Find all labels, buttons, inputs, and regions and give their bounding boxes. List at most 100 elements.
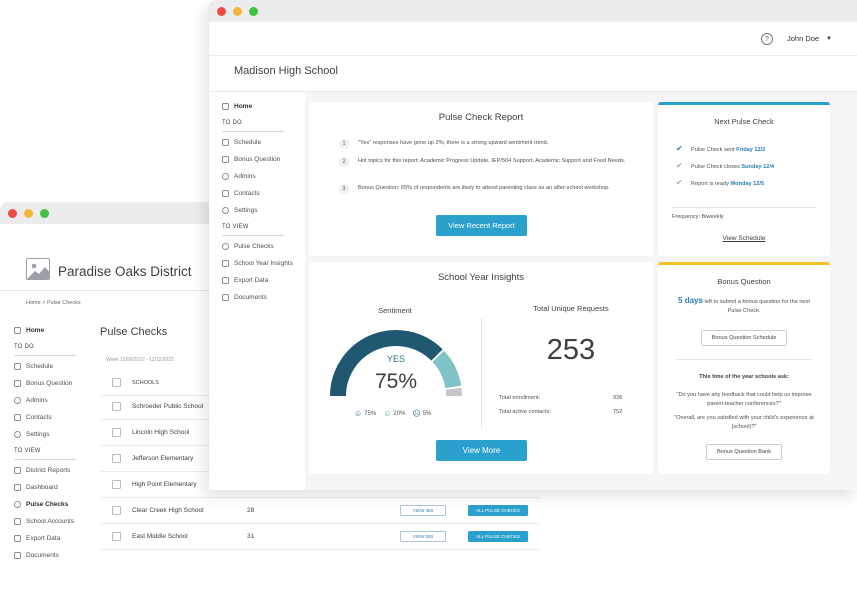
- sentiment-label: Sentiment: [378, 306, 412, 315]
- sidebar-item-dashboard[interactable]: Dashboard: [14, 479, 76, 496]
- view-360-button[interactable]: VIEW 360: [400, 505, 446, 516]
- school-sidebar: Home TO DO Schedule Bonus Question Admin…: [222, 98, 293, 306]
- sidebar-item-bonus-question[interactable]: Bonus Question: [14, 375, 76, 392]
- next-item: Pulse Check sent Friday 12/2: [691, 147, 766, 153]
- contacts-icon: [222, 190, 229, 197]
- calendar-icon: [222, 139, 229, 146]
- close-window-button[interactable]: [8, 209, 17, 218]
- school-window: ? John Doe ▼ Madison High School Home TO…: [209, 0, 857, 490]
- district-sidebar: Home TO DO Schedule Bonus Question Admin…: [14, 322, 76, 564]
- report-item-number: 3: [339, 184, 349, 194]
- contacts-icon: [14, 414, 21, 421]
- breadcrumb: Home > Pulse Checks: [26, 300, 81, 306]
- question-box-icon: [14, 380, 21, 387]
- frequency: Frequency: Biweekly: [672, 214, 724, 220]
- sidebar-item-home[interactable]: Home: [14, 322, 76, 339]
- sidebar-item-documents[interactable]: Documents: [14, 547, 76, 564]
- sidebar-item-contacts[interactable]: Contacts: [14, 409, 76, 426]
- legend-happy: ☺ 75%: [354, 409, 377, 418]
- next-pulse-title: Next Pulse Check: [714, 117, 774, 126]
- user-menu[interactable]: John Doe: [787, 34, 819, 43]
- sidebar-item-district-reports[interactable]: District Reports: [14, 462, 76, 479]
- select-all-checkbox[interactable]: [112, 378, 121, 387]
- row-checkbox[interactable]: [112, 506, 121, 515]
- bar-chart-icon: [14, 467, 21, 474]
- enrollment-value: 926: [613, 395, 623, 401]
- sidebar-item-home[interactable]: Home: [222, 98, 293, 115]
- row-checkbox[interactable]: [112, 454, 121, 463]
- sidebar-item-export-data[interactable]: Export Data: [222, 272, 293, 289]
- next-pulse-check-card: Next Pulse Check ✔ Pulse Check sent Frid…: [658, 102, 830, 256]
- row-checkbox[interactable]: [112, 532, 121, 541]
- sidebar-item-admins[interactable]: Admins: [14, 392, 76, 409]
- minimize-window-button[interactable]: [24, 209, 33, 218]
- sidebar-item-bonus-question[interactable]: Bonus Question: [222, 151, 293, 168]
- bonus-title: Bonus Question: [717, 277, 771, 286]
- pulse-check-report-card: Pulse Check Report 1 "Yes" responses hav…: [309, 102, 653, 256]
- report-item-number: 1: [339, 139, 349, 149]
- sad-face-icon: ☹: [412, 409, 421, 418]
- view-schedule-link[interactable]: View Schedule: [658, 235, 830, 242]
- home-icon: [14, 327, 21, 334]
- insights-title: School Year Insights: [437, 272, 525, 283]
- row-checkbox[interactable]: [112, 402, 121, 411]
- sidebar-item-schedule[interactable]: Schedule: [222, 134, 293, 151]
- sentiment-legend: ☺ 75% ☺ 20% ☹ 5%: [354, 409, 431, 418]
- bonus-question-card: Bonus Question 5 days left to submit a b…: [658, 262, 830, 474]
- row-checkbox[interactable]: [112, 480, 121, 489]
- sidebar-item-admins[interactable]: Admins: [222, 168, 293, 185]
- neutral-face-icon: ☺: [383, 409, 392, 418]
- pulse-icon: [222, 243, 229, 250]
- page-title: Pulse Checks: [100, 326, 168, 338]
- check-icon: ✔: [676, 178, 683, 187]
- help-icon[interactable]: ?: [761, 33, 773, 45]
- sidebar-item-school-accounts[interactable]: School Accounts: [14, 513, 76, 530]
- school-window-titlebar: [209, 0, 857, 22]
- maximize-window-button[interactable]: [249, 7, 258, 16]
- next-item: Report is ready Monday 12/5: [691, 181, 765, 187]
- sidebar-item-school-year-insights[interactable]: School Year Insights: [222, 255, 293, 272]
- insights-icon: [222, 260, 229, 267]
- calendar-icon: [14, 363, 21, 370]
- maximize-window-button[interactable]: [40, 209, 49, 218]
- district-window-controls: [8, 209, 49, 218]
- bonus-days-text: 5 days left to submit a bonus question f…: [678, 296, 810, 314]
- all-pulse-checks-button[interactable]: ALL PULSE CHECKS: [468, 505, 528, 516]
- sidebar-item-pulse-checks[interactable]: Pulse Checks: [222, 238, 293, 255]
- all-pulse-checks-button[interactable]: ALL PULSE CHECKS: [468, 531, 528, 542]
- minimize-window-button[interactable]: [233, 7, 242, 16]
- sidebar-section-todo: TO DO: [14, 339, 76, 356]
- school-year-insights-card: School Year Insights Sentiment YES 75% ☺…: [309, 262, 653, 474]
- bonus-divider: [676, 359, 812, 360]
- view-360-button[interactable]: VIEW 360: [400, 531, 446, 542]
- sidebar-item-schedule[interactable]: Schedule: [14, 358, 76, 375]
- sidebar-item-settings[interactable]: Settings: [14, 426, 76, 443]
- export-icon: [222, 277, 229, 284]
- table-row: Clear Creek High School 28 VIEW 360 ALL PUL…: [100, 498, 540, 524]
- view-recent-report-button[interactable]: View Recent Report: [436, 215, 527, 236]
- happy-face-icon: ☺: [354, 409, 363, 418]
- view-more-button[interactable]: View More: [436, 440, 527, 461]
- close-window-button[interactable]: [217, 7, 226, 16]
- sidebar-section-toview: TO VIEW: [14, 443, 76, 460]
- user-icon: [14, 397, 21, 404]
- top-bar: [209, 22, 857, 56]
- contacts-label: Total active contacts:: [499, 409, 551, 415]
- user-icon: [222, 173, 229, 180]
- bonus-question-schedule-button[interactable]: Bonus Question Schedule: [701, 330, 787, 346]
- sample-question: "Overall, are you satisfied with your ch…: [674, 415, 814, 430]
- row-checkbox[interactable]: [112, 428, 121, 437]
- sidebar-item-export-data[interactable]: Export Data: [14, 530, 76, 547]
- sidebar-item-settings[interactable]: Settings: [222, 202, 293, 219]
- chevron-down-icon[interactable]: ▼: [826, 36, 832, 42]
- sidebar-item-pulse-checks[interactable]: Pulse Checks: [14, 496, 76, 513]
- report-title: Pulse Check Report: [438, 112, 524, 123]
- question-box-icon: [222, 156, 229, 163]
- contacts-value: 752: [613, 409, 623, 415]
- report-item: "Yes" responses have gone up 2%; there i…: [358, 140, 549, 146]
- district-logo-icon: [26, 258, 50, 280]
- sidebar-item-documents[interactable]: Documents: [222, 289, 293, 306]
- sidebar-item-contacts[interactable]: Contacts: [222, 185, 293, 202]
- legend-neutral: ☺ 20%: [383, 409, 406, 418]
- bonus-question-bank-button[interactable]: Bonus Question Bank: [706, 444, 782, 460]
